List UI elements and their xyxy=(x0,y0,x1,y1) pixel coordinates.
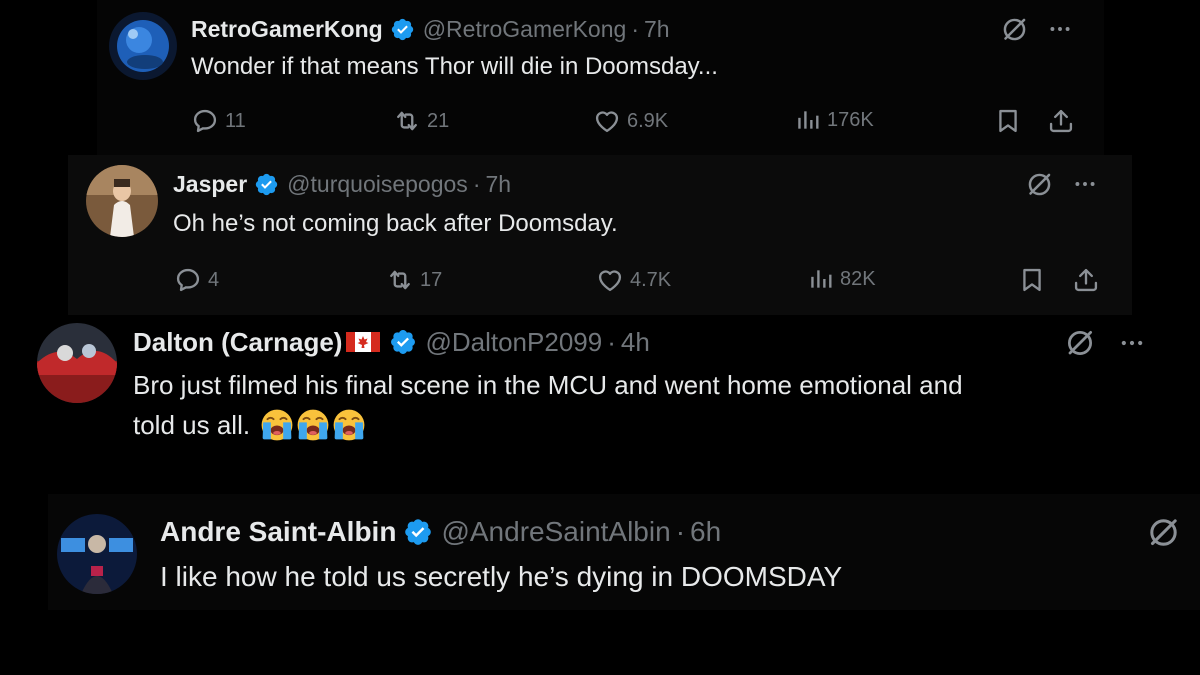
verified-badge-icon xyxy=(403,517,433,547)
tweet-text-line2: told us all. xyxy=(133,409,251,440)
avatar[interactable] xyxy=(86,165,158,237)
like-button[interactable]: 6.9K xyxy=(593,107,668,135)
avatar[interactable] xyxy=(109,12,177,80)
reply-icon xyxy=(174,266,202,294)
display-name[interactable]: Jasper xyxy=(173,171,247,198)
views-button[interactable]: 82K xyxy=(808,266,876,292)
display-name[interactable]: RetroGamerKong xyxy=(191,16,383,43)
share-button[interactable] xyxy=(1047,107,1075,135)
like-count: 6.9K xyxy=(627,109,669,132)
repost-button[interactable]: 21 xyxy=(393,107,449,135)
repost-icon xyxy=(386,266,414,294)
timestamp[interactable]: 6h xyxy=(690,516,721,548)
heart-icon xyxy=(596,266,624,294)
reply-button[interactable]: 11 xyxy=(191,107,246,135)
share-icon xyxy=(1072,266,1100,294)
more-options-icon[interactable] xyxy=(1116,327,1148,359)
repost-count: 21 xyxy=(427,109,450,132)
avatar[interactable] xyxy=(57,514,137,594)
loudly-crying-face-icon xyxy=(296,408,330,442)
more-options-icon[interactable] xyxy=(1045,14,1075,44)
display-name[interactable]: Dalton (Carnage) xyxy=(133,327,342,358)
handle[interactable]: @RetroGamerKong xyxy=(423,16,627,43)
handle[interactable]: @AndreSaintAlbin xyxy=(441,516,670,548)
repost-icon xyxy=(393,107,421,135)
tweet-card-andre[interactable]: Andre Saint-Albin @AndreSaintAlbin · 6h … xyxy=(48,494,1200,610)
heart-icon xyxy=(593,107,621,135)
verified-badge-icon xyxy=(389,328,417,356)
reply-count: 11 xyxy=(225,109,246,132)
grok-icon[interactable] xyxy=(1024,169,1054,199)
separator: · xyxy=(675,516,686,547)
bookmark-icon xyxy=(994,107,1022,135)
views-count: 82K xyxy=(840,267,876,290)
separator: · xyxy=(607,326,616,357)
share-icon xyxy=(1047,107,1075,135)
handle[interactable]: @turquoisepogos xyxy=(287,171,468,198)
reply-count: 4 xyxy=(208,268,220,291)
timestamp[interactable]: 7h xyxy=(485,171,511,198)
grok-icon[interactable] xyxy=(999,14,1029,44)
repost-count: 17 xyxy=(420,268,443,291)
tweet-card-dalton[interactable]: Dalton (Carnage) @DaltonP2099 · 4h Bro j… xyxy=(20,315,1184,475)
views-chart-icon xyxy=(808,266,834,292)
canada-flag-icon xyxy=(344,329,382,355)
bookmark-button[interactable] xyxy=(994,107,1022,135)
like-button[interactable]: 4.7K xyxy=(596,266,671,294)
views-button[interactable]: 176K xyxy=(795,107,874,133)
repost-button[interactable]: 17 xyxy=(386,266,442,294)
tweet-card-jasper[interactable]: Jasper @turquoisepogos · 7h Oh he’s not … xyxy=(68,155,1132,315)
bookmark-icon xyxy=(1018,266,1046,294)
display-name[interactable]: Andre Saint-Albin xyxy=(160,516,396,548)
tweet-text-line1: Bro just filmed his final scene in the M… xyxy=(133,370,963,400)
loudly-crying-face-icon xyxy=(260,408,294,442)
handle[interactable]: @DaltonP2099 xyxy=(425,327,602,358)
timestamp[interactable]: 7h xyxy=(644,16,670,43)
bookmark-button[interactable] xyxy=(1018,266,1046,294)
verified-badge-icon xyxy=(254,172,279,197)
timestamp[interactable]: 4h xyxy=(621,327,650,358)
share-button[interactable] xyxy=(1072,266,1100,294)
views-chart-icon xyxy=(795,107,821,133)
like-count: 4.7K xyxy=(630,268,672,291)
separator: · xyxy=(631,15,639,42)
tweet-text: Oh he’s not coming back after Doomsday. xyxy=(173,210,618,237)
tweet-text: Wonder if that means Thor will die in Do… xyxy=(191,53,718,80)
loudly-crying-face-icon xyxy=(332,408,366,442)
more-options-icon[interactable] xyxy=(1070,169,1100,199)
reply-icon xyxy=(191,107,219,135)
tweet-card-retrogamerkong[interactable]: RetroGamerKong @RetroGamerKong · 7h Wond… xyxy=(97,0,1104,155)
reply-button[interactable]: 4 xyxy=(174,266,219,294)
tweet-text: I like how he told us secretly he’s dyin… xyxy=(160,561,843,592)
views-count: 176K xyxy=(827,108,874,131)
grok-icon[interactable] xyxy=(1145,514,1181,550)
separator: · xyxy=(472,170,481,197)
verified-badge-icon xyxy=(390,17,415,42)
avatar[interactable] xyxy=(37,323,117,403)
grok-icon[interactable] xyxy=(1064,327,1096,359)
